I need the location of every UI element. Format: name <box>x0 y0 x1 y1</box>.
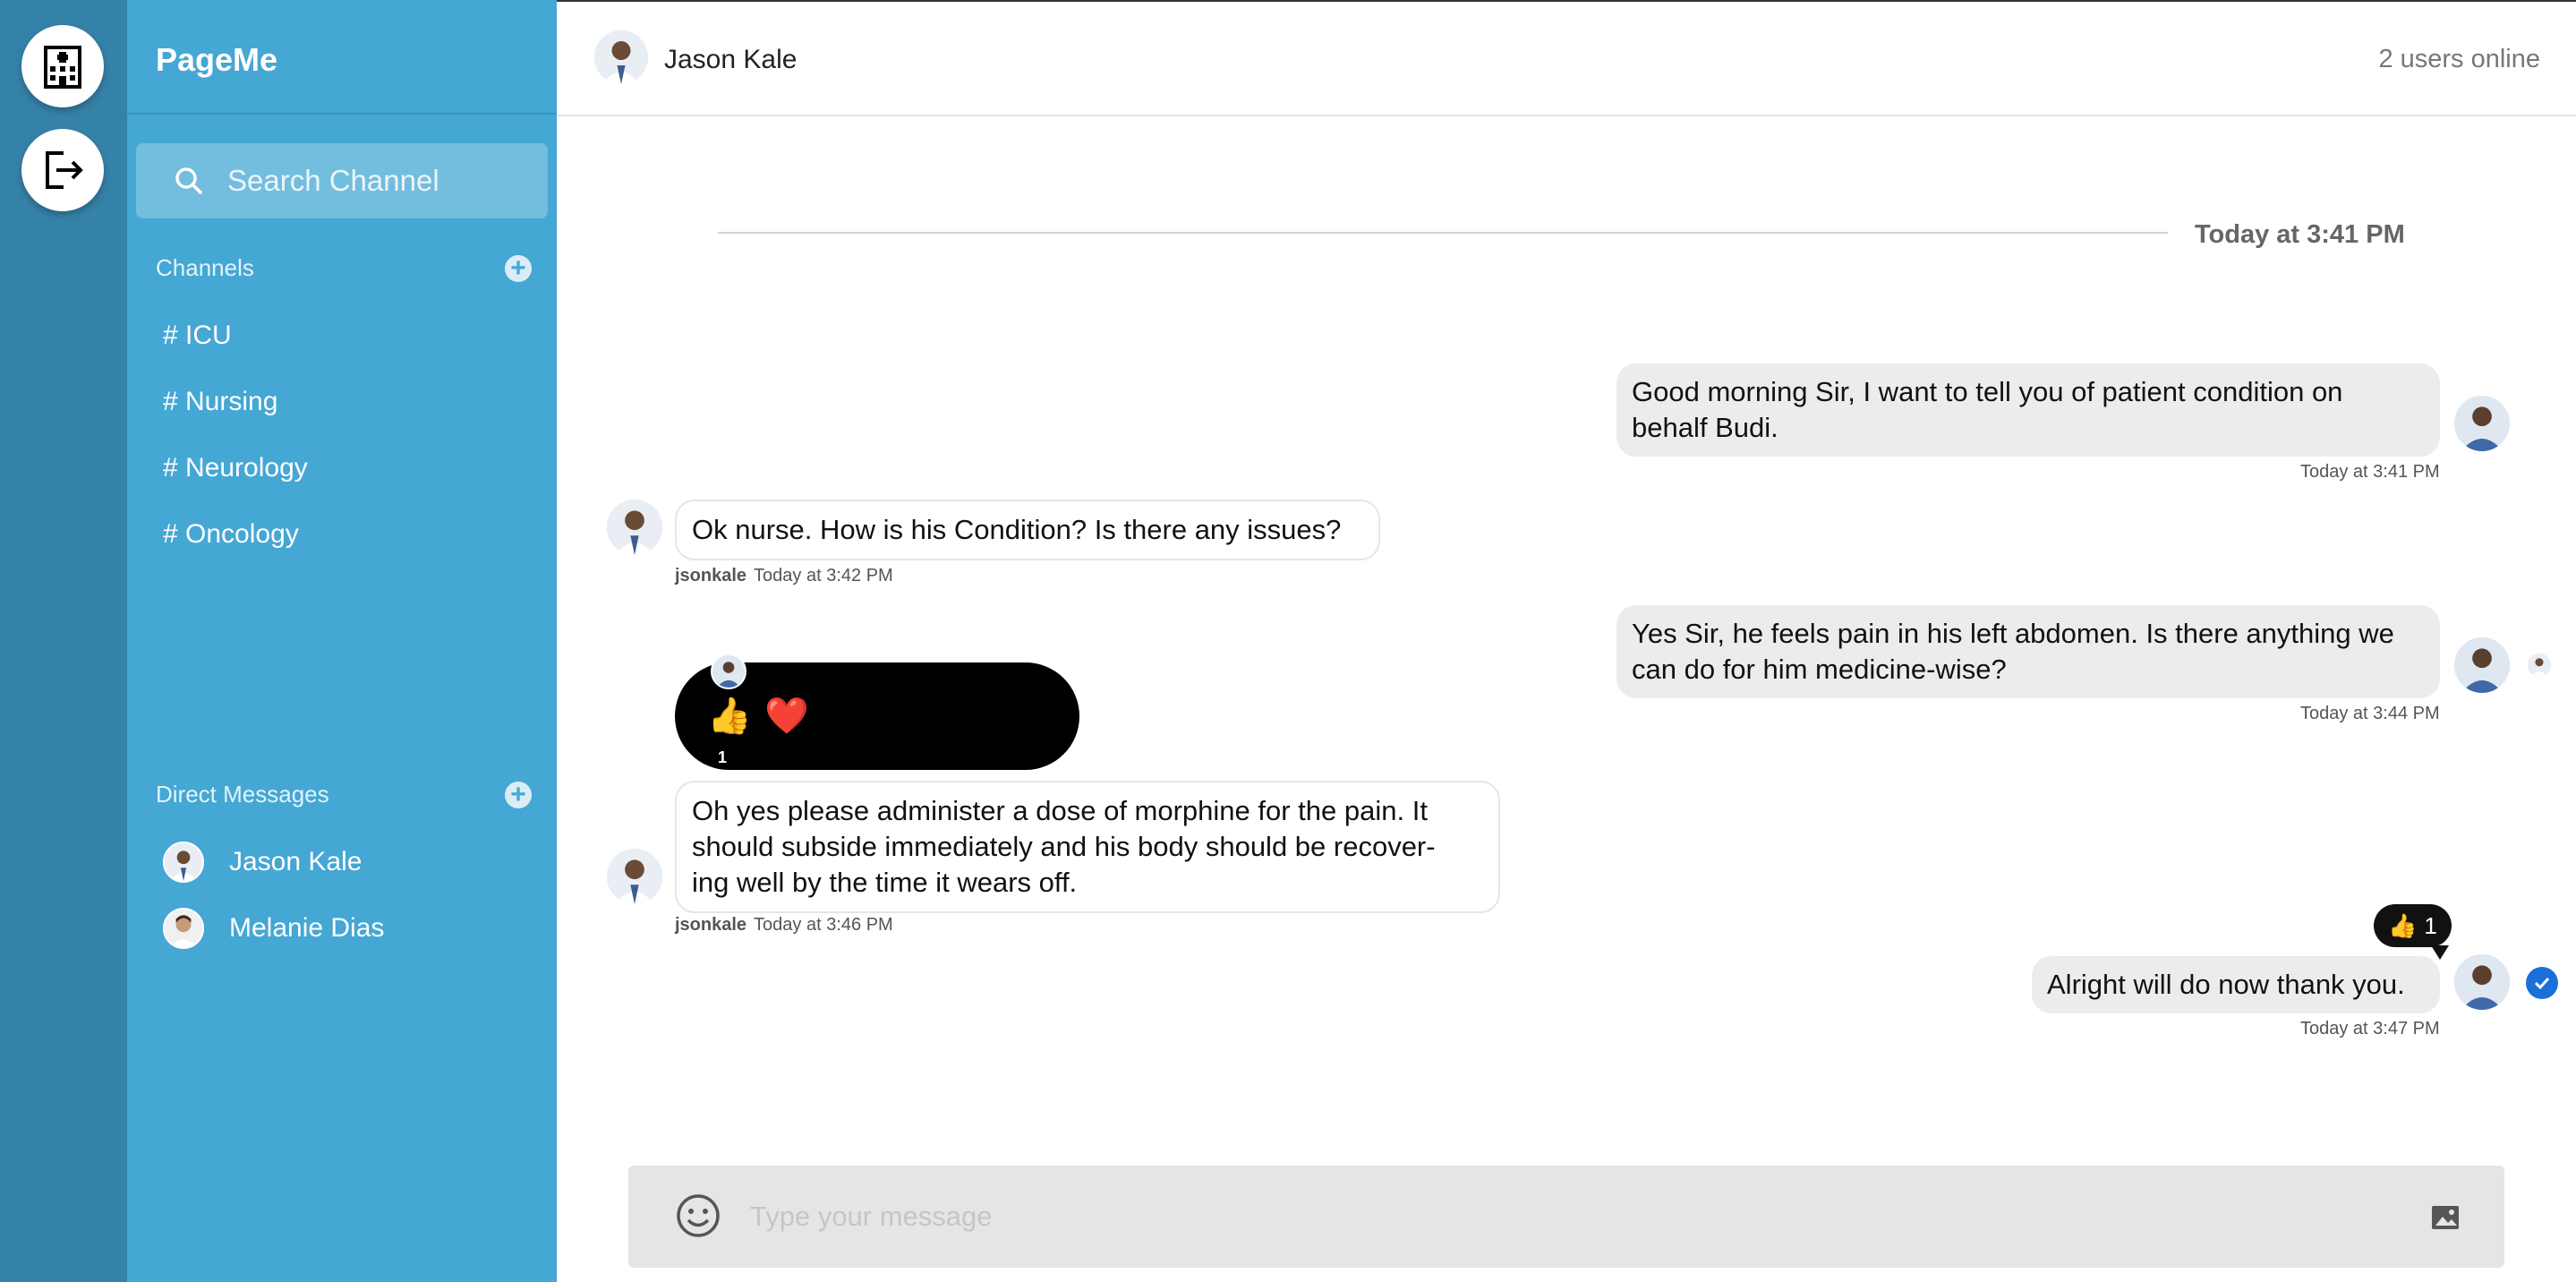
dm-melanie-dias[interactable]: Melanie Dias <box>163 908 384 949</box>
message-text-line: Oh yes please administer a dose of morph… <box>692 795 1428 826</box>
avatar <box>2452 636 2512 695</box>
message-text-line: can do for him medicine-wise? <box>1632 654 2007 685</box>
message-bubble[interactable]: Oh yes please administer a dose of morph… <box>675 781 1500 913</box>
angry-icon: 😠 <box>994 697 1031 736</box>
dm-header: Direct Messages + <box>156 781 532 808</box>
hospital-button[interactable] <box>21 25 104 107</box>
date-divider: Today at 3:41 PM <box>2195 220 2405 249</box>
message-text: Ok nurse. How is his Condition? Is there… <box>692 514 1342 545</box>
emoji-icon[interactable] <box>675 1192 721 1239</box>
reaction-thumbs-up[interactable]: 👍 1 <box>707 697 752 766</box>
message-bubble[interactable]: Good morning Sir, I want to tell you of … <box>1616 363 2440 457</box>
sad-icon: 😔 <box>936 697 974 736</box>
message-user: jsonkale <box>675 566 747 585</box>
message-input[interactable] <box>750 1194 2361 1239</box>
dm-name: Jason Kale <box>229 847 363 876</box>
reaction-surprised[interactable]: 😲 <box>879 697 917 736</box>
message-meta: jsonkale Today at 3:46 PM <box>675 915 893 936</box>
avatar <box>163 908 204 949</box>
channel-icu[interactable]: # ICU <box>163 320 232 351</box>
avatar <box>163 842 204 883</box>
sent-check-icon <box>2526 967 2558 999</box>
logout-icon <box>46 151 83 189</box>
message-user: jsonkale <box>675 915 747 935</box>
add-dm-button[interactable]: + <box>505 781 532 808</box>
message-time: Today at 3:41 PM <box>2300 462 2440 482</box>
avatar <box>2452 953 2512 1012</box>
channel-search[interactable] <box>136 143 548 218</box>
heart-icon: ❤️ <box>764 697 809 736</box>
hospital-icon <box>44 46 81 89</box>
message-time: Today at 3:47 PM <box>2300 1019 2440 1038</box>
image-icon[interactable] <box>2429 1201 2461 1234</box>
read-receipt-avatar <box>2526 652 2553 679</box>
message-time: Today at 3:42 PM <box>754 566 893 585</box>
message-time: Today at 3:46 PM <box>754 915 893 935</box>
chat-main: Jason Kale 2 users online Today at 3:41 … <box>557 0 2576 1282</box>
add-channel-button[interactable]: + <box>505 254 532 282</box>
chat-title: Jason Kale <box>664 45 798 74</box>
chat-header: Jason Kale 2 users online <box>557 2 2576 116</box>
avatar <box>711 654 746 689</box>
online-count: 2 users online <box>2378 45 2540 73</box>
message-time: Today at 3:44 PM <box>2300 704 2440 723</box>
sidebar: PageMe Channels + # ICU # Nursing # Neur… <box>127 0 557 1282</box>
reaction-heart[interactable]: ❤️ <box>764 697 809 736</box>
message-bubble[interactable]: Yes Sir, he feels pain in his left abdom… <box>1616 605 2440 698</box>
channels-title: Channels <box>156 254 254 281</box>
search-input[interactable] <box>227 164 523 198</box>
app: PageMe Channels + # ICU # Nursing # Neur… <box>0 0 2576 1282</box>
reaction-badge[interactable]: 👍 1 <box>2374 904 2452 960</box>
channel-oncology[interactable]: # Oncology <box>163 519 299 550</box>
message-text-line: should subside immediately and his body … <box>692 831 1436 862</box>
reaction-picker: 👍 1 ❤️ 😂 😲 😔 😠 <box>675 654 1079 770</box>
brand-title: PageMe <box>156 41 278 78</box>
message-meta: jsonkale Today at 3:42 PM <box>675 566 893 586</box>
message-bubble[interactable]: Ok nurse. How is his Condition? Is there… <box>675 500 1380 560</box>
dm-name: Melanie Dias <box>229 913 385 943</box>
channel-neurology[interactable]: # Neurology <box>163 453 308 483</box>
channel-nursing[interactable]: # Nursing <box>163 387 277 417</box>
logout-button[interactable] <box>21 129 104 211</box>
avatar <box>605 847 664 906</box>
app-rail <box>0 0 127 1282</box>
thumbs-up-icon: 👍 <box>2388 911 2418 939</box>
avatar <box>593 29 650 86</box>
message-bubble[interactable]: Alright will do now thank you. <box>2032 956 2440 1013</box>
message-text-line: Good morning Sir, I want to tell you of … <box>1632 376 2343 407</box>
dm-title: Direct Messages <box>156 781 329 808</box>
reaction-angry[interactable]: 😠 <box>994 697 1031 736</box>
channels-header: Channels + <box>156 254 532 282</box>
avatar <box>2452 394 2512 453</box>
avatar <box>605 498 664 557</box>
reaction-count: 1 <box>2424 911 2437 939</box>
reaction-count: 1 <box>718 748 728 766</box>
laugh-icon: 😂 <box>822 697 864 736</box>
reaction-laugh[interactable]: 😂 <box>822 697 864 736</box>
message-text-line: ing well by the time it wears off. <box>692 867 1078 898</box>
message-text: Alright will do now thank you. <box>2047 969 2405 1000</box>
message-text-line: Yes Sir, he feels pain in his left abdom… <box>1632 618 2394 649</box>
search-icon <box>175 167 203 195</box>
sidebar-divider <box>127 113 557 115</box>
dm-jason-kale[interactable]: Jason Kale <box>163 842 362 883</box>
reaction-sad[interactable]: 😔 <box>936 697 974 736</box>
message-composer <box>628 1166 2504 1268</box>
surprised-icon: 😲 <box>879 697 917 736</box>
message-text-line: behalf Budi. <box>1632 412 1778 443</box>
date-divider-line <box>718 232 2168 234</box>
thumbs-up-icon: 👍 <box>707 697 752 736</box>
